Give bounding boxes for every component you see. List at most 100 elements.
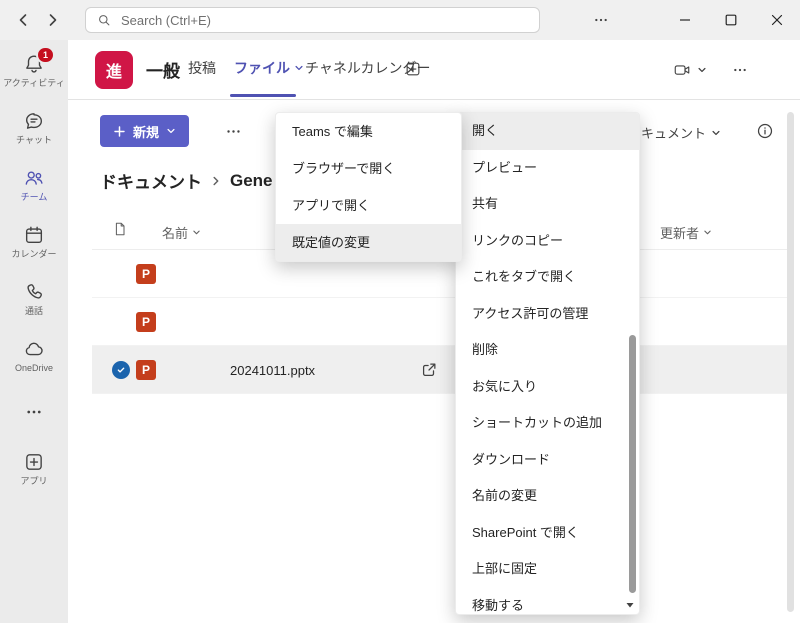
video-camera-icon [672,61,692,79]
sidebar-item-label: アクティビティ [3,78,65,88]
teams-app-window: 1 アクティビティ チャット チーム カレンダー 通話 [0,0,800,623]
sidebar-item-onedrive[interactable]: OneDrive [0,337,68,374]
new-button[interactable]: 新規 [100,115,190,147]
more-dots-icon [593,12,609,28]
search-box[interactable] [85,7,540,33]
sidebar-item-label: OneDrive [14,363,53,373]
context-menu-item[interactable]: 共有 [456,186,639,223]
minimize-button[interactable] [662,0,708,40]
file-row[interactable]: P [92,298,790,346]
context-menu-item[interactable]: これをタブで開く [456,259,639,296]
context-menu-item[interactable]: 削除 [456,332,639,369]
sidebar-item-calendar[interactable]: カレンダー [0,223,68,260]
maximize-icon [723,12,739,28]
toolbar-more-button[interactable] [220,122,246,140]
back-button[interactable] [10,8,36,32]
sidebar-item-label: アプリ [20,476,48,486]
submenu-item[interactable]: Teams で編集 [276,113,461,150]
close-icon [769,12,785,28]
add-tab-button[interactable] [404,60,422,78]
column-header-name[interactable]: 名前 [162,223,201,242]
submenu-item-highlighted[interactable]: 既定値の変更 [276,224,461,261]
chevron-down-icon [711,128,721,138]
titlebar-more-button[interactable] [589,12,613,28]
file-name[interactable]: 20241011.pptx [230,346,315,394]
column-header-modified-by[interactable]: 更新者 [660,223,712,242]
file-row-selected[interactable]: P 20241011.pptx [92,346,790,394]
tab-files[interactable]: ファイル [234,40,304,96]
calendar-icon [22,223,46,247]
chat-bubble-icon [22,109,46,133]
page-scrollbar[interactable] [787,112,794,612]
search-icon [97,13,111,27]
selected-check-icon[interactable] [112,361,130,379]
submenu-item[interactable]: ブラウザーで開く [276,150,461,187]
context-menu-item[interactable]: 名前の変更 [456,478,639,515]
tab-posts[interactable]: 投稿 [188,40,216,96]
context-menu-item[interactable]: 上部に固定 [456,551,639,588]
chevron-down-icon [697,65,707,75]
tab-label: 投稿 [188,60,216,76]
chevron-right-icon [45,12,61,28]
channel-title: 一般 [146,61,180,81]
sidebar-item-chat[interactable]: チャット [0,109,68,146]
app-rail: 1 アクティビティ チャット チーム カレンダー 通話 OneDrive アプリ [0,40,68,623]
people-icon [22,166,46,190]
context-menu-item[interactable]: アクセス許可の管理 [456,296,639,333]
sidebar-item-label: チーム [20,192,48,202]
sidebar-item-label: 通話 [24,306,43,316]
sidebar-more-button[interactable] [0,400,68,424]
documents-view-dropdown[interactable]: キュメント [641,123,721,142]
channel-more-button[interactable] [728,61,752,79]
sidebar-item-teams[interactable]: チーム [0,166,68,203]
active-tab-underline [230,94,296,97]
context-menu-item[interactable]: お気に入り [456,369,639,406]
context-menu-item[interactable]: ショートカットの追加 [456,405,639,442]
phone-icon [22,280,46,304]
documents-view-label: キュメント [641,126,707,141]
tab-label: ファイル [234,60,290,76]
info-icon [756,122,774,140]
chevron-down-icon [166,126,176,136]
more-dots-icon [22,400,46,424]
info-button[interactable] [756,122,774,140]
channel-header: 進 一般 投稿 ファイル チャネルカレンダー [68,40,800,100]
context-menu-item[interactable]: 移動する [456,588,639,615]
breadcrumb-current: Gene [230,170,273,190]
close-button[interactable] [754,0,800,40]
cloud-icon [22,337,46,361]
search-input[interactable] [119,11,528,29]
share-icon[interactable] [420,361,438,379]
context-menu-item[interactable]: リンクのコピー [456,223,639,260]
chevron-down-icon [294,63,304,73]
channel-avatar: 進 [95,51,133,89]
context-menu-item[interactable]: プレビュー [456,150,639,187]
powerpoint-file-icon: P [136,264,156,284]
boxed-plus-icon [404,60,422,78]
sidebar-item-label: カレンダー [11,249,57,259]
menu-scrollbar-thumb[interactable] [629,335,636,593]
context-menu-item-highlighted[interactable]: 開く [456,113,639,150]
maximize-button[interactable] [708,0,754,40]
sidebar-item-activity[interactable]: 1 アクティビティ [0,46,68,89]
scroll-down-icon[interactable] [625,600,635,610]
minimize-icon [677,12,693,28]
breadcrumb-root[interactable]: ドキュメント [100,168,202,193]
submenu-item[interactable]: アプリで開く [276,187,461,224]
chevron-left-icon [15,12,31,28]
forward-button[interactable] [40,8,66,32]
column-label: 更新者 [660,226,700,241]
sidebar-item-apps[interactable]: アプリ [0,450,68,487]
sidebar-item-calls[interactable]: 通話 [0,280,68,317]
chevron-right-icon [210,175,222,187]
file-context-menu: 開く プレビュー 共有 リンクのコピー これをタブで開く アクセス許可の管理 削… [455,112,640,615]
meet-button[interactable] [672,61,707,79]
chevron-down-icon [192,228,201,237]
powerpoint-file-icon: P [136,360,156,380]
context-menu-item[interactable]: SharePoint で開く [456,515,639,552]
bell-icon: 1 [22,46,55,76]
context-menu-item[interactable]: ダウンロード [456,442,639,479]
open-with-submenu: Teams で編集 ブラウザーで開く アプリで開く 既定値の変更 [275,112,462,262]
breadcrumb: ドキュメント Gene [100,168,273,193]
chevron-down-icon [703,228,712,237]
